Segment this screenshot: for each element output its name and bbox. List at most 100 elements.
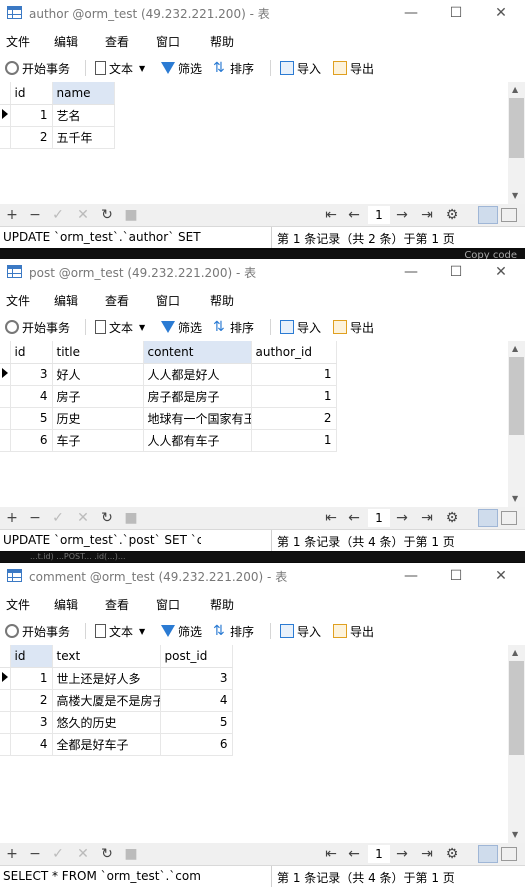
cell[interactable]: 5 bbox=[10, 407, 53, 430]
filter-button[interactable]: 筛选 bbox=[161, 58, 202, 78]
table-row[interactable]: 5 历史 地球有一个国家有王 2 bbox=[0, 407, 337, 430]
vertical-scrollbar[interactable]: ▲ ▼ bbox=[508, 341, 525, 507]
table-row[interactable]: 4 房子 房子都是房子 1 bbox=[0, 385, 337, 408]
scroll-thumb[interactable] bbox=[509, 98, 524, 158]
begin-transaction-button[interactable]: 开始事务 bbox=[5, 58, 70, 78]
cell[interactable]: 2 bbox=[10, 126, 53, 149]
discard-icon[interactable]: ✕ bbox=[75, 510, 91, 526]
stop-icon[interactable]: ■ bbox=[123, 846, 139, 862]
vertical-scrollbar[interactable]: ▲ ▼ bbox=[508, 645, 525, 843]
scroll-up-icon[interactable]: ▲ bbox=[512, 86, 520, 94]
first-page-icon[interactable]: ⇤ bbox=[323, 846, 339, 862]
cell[interactable]: 3 bbox=[160, 667, 233, 690]
menu-help[interactable]: 帮助 bbox=[210, 596, 234, 613]
cell[interactable]: 艺名 bbox=[52, 104, 115, 127]
filter-button[interactable]: 筛选 bbox=[161, 317, 202, 337]
refresh-icon[interactable]: ↻ bbox=[99, 846, 115, 862]
add-record-icon[interactable]: + bbox=[4, 510, 20, 526]
menu-view[interactable]: 查看 bbox=[105, 292, 129, 309]
column-header[interactable]: post_id bbox=[160, 645, 233, 668]
gear-icon[interactable]: ⚙ bbox=[444, 846, 460, 862]
close-button[interactable]: ✕ bbox=[486, 566, 516, 586]
maximize-button[interactable]: ☐ bbox=[441, 262, 471, 282]
import-button[interactable]: 导入 bbox=[280, 317, 321, 337]
menu-window[interactable]: 窗口 bbox=[156, 596, 180, 613]
next-page-icon[interactable]: → bbox=[394, 207, 410, 223]
grid-view-icon[interactable] bbox=[478, 509, 498, 527]
next-page-icon[interactable]: → bbox=[394, 510, 410, 526]
import-button[interactable]: 导入 bbox=[280, 58, 321, 78]
add-record-icon[interactable]: + bbox=[4, 207, 20, 223]
sort-button[interactable]: ⇅ 排序 bbox=[213, 317, 254, 337]
cell[interactable]: 4 bbox=[10, 385, 53, 408]
begin-transaction-button[interactable]: 开始事务 bbox=[5, 621, 70, 641]
cell[interactable]: 3 bbox=[10, 711, 53, 734]
minimize-button[interactable]: — bbox=[396, 262, 426, 282]
apply-icon[interactable]: ✓ bbox=[50, 510, 66, 526]
scroll-down-icon[interactable]: ▼ bbox=[512, 831, 520, 839]
scroll-up-icon[interactable]: ▲ bbox=[512, 649, 520, 657]
title-bar[interactable]: author @orm_test (49.232.221.200) - 表 — … bbox=[0, 0, 525, 26]
add-record-icon[interactable]: + bbox=[4, 846, 20, 862]
cell[interactable]: 2 bbox=[251, 407, 337, 430]
cell[interactable]: 2 bbox=[10, 689, 53, 712]
stop-icon[interactable]: ■ bbox=[123, 510, 139, 526]
menu-file[interactable]: 文件 bbox=[6, 596, 30, 613]
title-bar[interactable]: comment @orm_test (49.232.221.200) - 表 —… bbox=[0, 563, 525, 589]
column-header[interactable]: id bbox=[10, 341, 53, 364]
column-header[interactable]: text bbox=[52, 645, 161, 668]
table-row[interactable]: 4 全都是好车子 6 bbox=[0, 733, 233, 756]
cell[interactable]: 历史 bbox=[52, 407, 144, 430]
table-row[interactable]: 3 好人 人人都是好人 1 bbox=[0, 363, 337, 386]
text-button[interactable]: 文本 ▼ bbox=[95, 58, 145, 78]
last-page-icon[interactable]: ⇥ bbox=[419, 207, 435, 223]
grid-view-icon[interactable] bbox=[478, 206, 498, 224]
scroll-down-icon[interactable]: ▼ bbox=[512, 192, 520, 200]
last-page-icon[interactable]: ⇥ bbox=[419, 510, 435, 526]
stop-icon[interactable]: ■ bbox=[123, 207, 139, 223]
cell[interactable]: 好人 bbox=[52, 363, 144, 386]
begin-transaction-button[interactable]: 开始事务 bbox=[5, 317, 70, 337]
menu-view[interactable]: 查看 bbox=[105, 596, 129, 613]
cell[interactable]: 3 bbox=[10, 363, 53, 386]
cell[interactable]: 1 bbox=[10, 104, 53, 127]
cell[interactable]: 全都是好车子 bbox=[52, 733, 161, 756]
cell[interactable]: 人人都是好人 bbox=[143, 363, 252, 386]
discard-icon[interactable]: ✕ bbox=[75, 207, 91, 223]
cell[interactable]: 1 bbox=[251, 385, 337, 408]
scroll-down-icon[interactable]: ▼ bbox=[512, 495, 520, 503]
previous-page-icon[interactable]: ← bbox=[346, 510, 362, 526]
cell[interactable]: 高楼大厦是不是房子 bbox=[52, 689, 161, 712]
delete-record-icon[interactable]: − bbox=[27, 846, 43, 862]
cell[interactable]: 车子 bbox=[52, 429, 144, 452]
previous-page-icon[interactable]: ← bbox=[346, 207, 362, 223]
page-number[interactable]: 1 bbox=[368, 206, 390, 224]
cell[interactable]: 房子 bbox=[52, 385, 144, 408]
cell[interactable]: 1 bbox=[10, 667, 53, 690]
cell[interactable]: 4 bbox=[10, 733, 53, 756]
first-page-icon[interactable]: ⇤ bbox=[323, 207, 339, 223]
refresh-icon[interactable]: ↻ bbox=[99, 510, 115, 526]
cell[interactable]: 1 bbox=[251, 429, 337, 452]
menu-file[interactable]: 文件 bbox=[6, 292, 30, 309]
menu-window[interactable]: 窗口 bbox=[156, 33, 180, 50]
text-button[interactable]: 文本 ▼ bbox=[95, 317, 145, 337]
menu-help[interactable]: 帮助 bbox=[210, 292, 234, 309]
table-row[interactable]: 6 车子 人人都有车子 1 bbox=[0, 429, 337, 452]
gear-icon[interactable]: ⚙ bbox=[444, 510, 460, 526]
previous-page-icon[interactable]: ← bbox=[346, 846, 362, 862]
sort-button[interactable]: ⇅ 排序 bbox=[213, 58, 254, 78]
import-button[interactable]: 导入 bbox=[280, 621, 321, 641]
apply-icon[interactable]: ✓ bbox=[50, 207, 66, 223]
column-header[interactable]: id bbox=[10, 82, 53, 105]
table-row[interactable]: 1 世上还是好人多 3 bbox=[0, 667, 233, 690]
discard-icon[interactable]: ✕ bbox=[75, 846, 91, 862]
scroll-thumb[interactable] bbox=[509, 661, 524, 755]
menu-edit[interactable]: 编辑 bbox=[54, 596, 78, 613]
table-row[interactable]: 2 五千年 bbox=[0, 126, 115, 149]
cell[interactable]: 人人都有车子 bbox=[143, 429, 252, 452]
column-header[interactable]: name bbox=[52, 82, 115, 105]
page-number[interactable]: 1 bbox=[368, 509, 390, 527]
table-row[interactable]: 1 艺名 bbox=[0, 104, 115, 127]
first-page-icon[interactable]: ⇤ bbox=[323, 510, 339, 526]
